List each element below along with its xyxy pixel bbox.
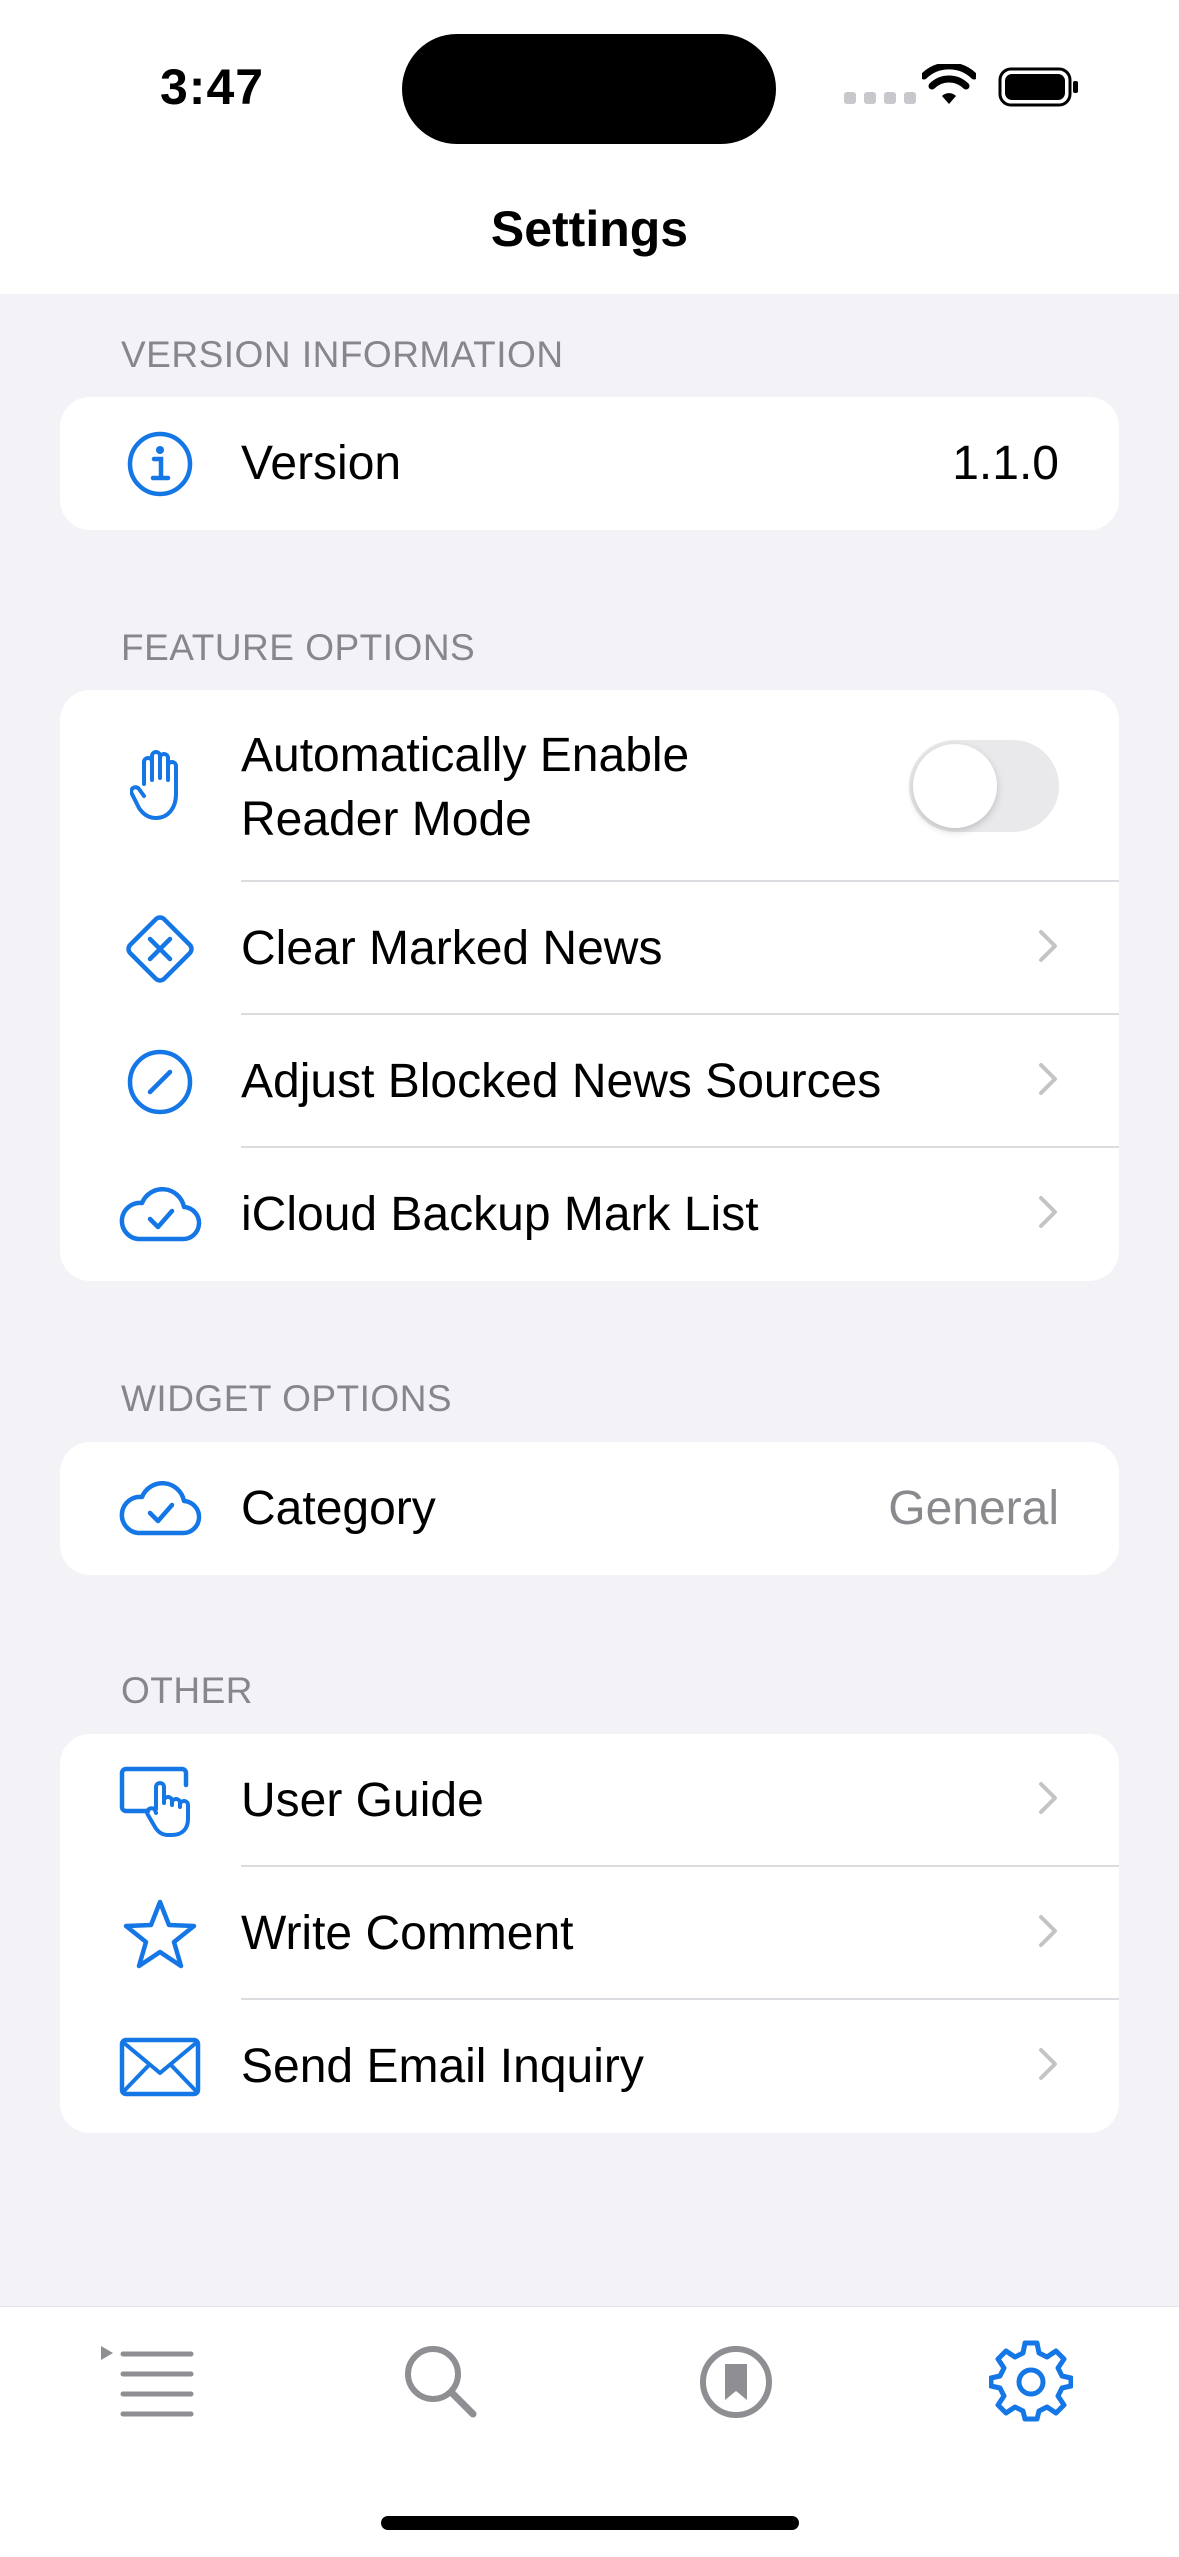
section-header-widget: WIDGET OPTIONS: [121, 1378, 453, 1419]
icloud-check-icon: [115, 1480, 205, 1537]
chevron-right-icon: [1037, 928, 1059, 969]
navigation-bar: Settings: [0, 170, 1179, 294]
tab-bookmarks[interactable]: [681, 2327, 791, 2437]
widget-card: Category General: [60, 1442, 1119, 1575]
other-card: User Guide Write Comment Send Email Inqu…: [60, 1734, 1119, 2133]
hand-tap-icon: [115, 1765, 205, 1837]
battery-icon: [998, 67, 1078, 107]
chevron-right-icon: [1037, 2046, 1059, 2087]
user-guide-label: User Guide: [241, 1773, 484, 1827]
home-indicator: [381, 2516, 799, 2530]
version-value: 1.1.0: [952, 437, 1059, 490]
gear-icon: [989, 2340, 1073, 2422]
adjust-blocked-sources-row[interactable]: Adjust Blocked News Sources: [60, 1015, 1119, 1148]
category-value: General: [888, 1482, 1059, 1535]
clear-marked-news-label: Clear Marked News: [241, 921, 663, 975]
icloud-check-icon: [115, 1186, 205, 1243]
toggle-knob: [913, 744, 997, 828]
version-label: Version: [241, 436, 402, 490]
status-bar: 3:47: [0, 0, 1179, 170]
star-icon: [115, 1898, 205, 1970]
write-comment-label: Write Comment: [241, 1906, 574, 1960]
reader-mode-row: Automatically Enable Reader Mode: [60, 690, 1119, 882]
envelope-icon: [115, 2037, 205, 2097]
chevron-right-icon: [1037, 1061, 1059, 1102]
section-header-version: VERSION INFORMATION: [121, 334, 564, 375]
wifi-icon: [922, 64, 976, 104]
section-header-other: OTHER: [121, 1670, 253, 1711]
bookmark-circle-icon: [700, 2346, 772, 2418]
category-label: Category: [241, 1481, 436, 1535]
status-time: 3:47: [160, 59, 265, 115]
tab-search[interactable]: [386, 2327, 496, 2437]
slash-circle-icon: [115, 1048, 205, 1116]
reader-mode-toggle[interactable]: [909, 740, 1059, 832]
icloud-backup-row[interactable]: iCloud Backup Mark List: [60, 1148, 1119, 1281]
page-title: Settings: [490, 201, 689, 257]
hand-raised-icon: [115, 748, 205, 824]
user-guide-row[interactable]: User Guide: [60, 1734, 1119, 1867]
feature-card: Automatically Enable Reader Mode Clear M…: [60, 690, 1119, 1281]
tab-settings[interactable]: [976, 2327, 1086, 2437]
dynamic-island: [402, 34, 776, 144]
icloud-backup-label: iCloud Backup Mark List: [241, 1187, 759, 1241]
send-email-row[interactable]: Send Email Inquiry: [60, 2000, 1119, 2133]
chevron-right-icon: [1037, 1913, 1059, 1954]
info-circle-icon: [115, 430, 205, 498]
search-icon: [405, 2346, 477, 2418]
adjust-blocked-sources-label: Adjust Blocked News Sources: [241, 1054, 882, 1108]
chevron-right-icon: [1037, 1194, 1059, 1235]
list-icon: [101, 2346, 194, 2417]
category-row[interactable]: Category General: [60, 1442, 1119, 1575]
reader-mode-label: Automatically Enable Reader Mode: [241, 724, 689, 852]
reader-mode-label-line2: Reader Mode: [241, 793, 532, 846]
tab-list[interactable]: [96, 2327, 206, 2437]
version-row: Version 1.1.0: [60, 397, 1119, 530]
section-header-feature: FEATURE OPTIONS: [121, 627, 476, 668]
reader-mode-label-line1: Automatically Enable: [241, 729, 690, 782]
xmark-diamond-icon: [115, 909, 205, 989]
cellular-signal-icon: [844, 92, 916, 104]
send-email-label: Send Email Inquiry: [241, 2039, 644, 2093]
chevron-right-icon: [1037, 1780, 1059, 1821]
clear-marked-news-row[interactable]: Clear Marked News: [60, 882, 1119, 1015]
version-card: Version 1.1.0: [60, 397, 1119, 530]
write-comment-row[interactable]: Write Comment: [60, 1867, 1119, 2000]
